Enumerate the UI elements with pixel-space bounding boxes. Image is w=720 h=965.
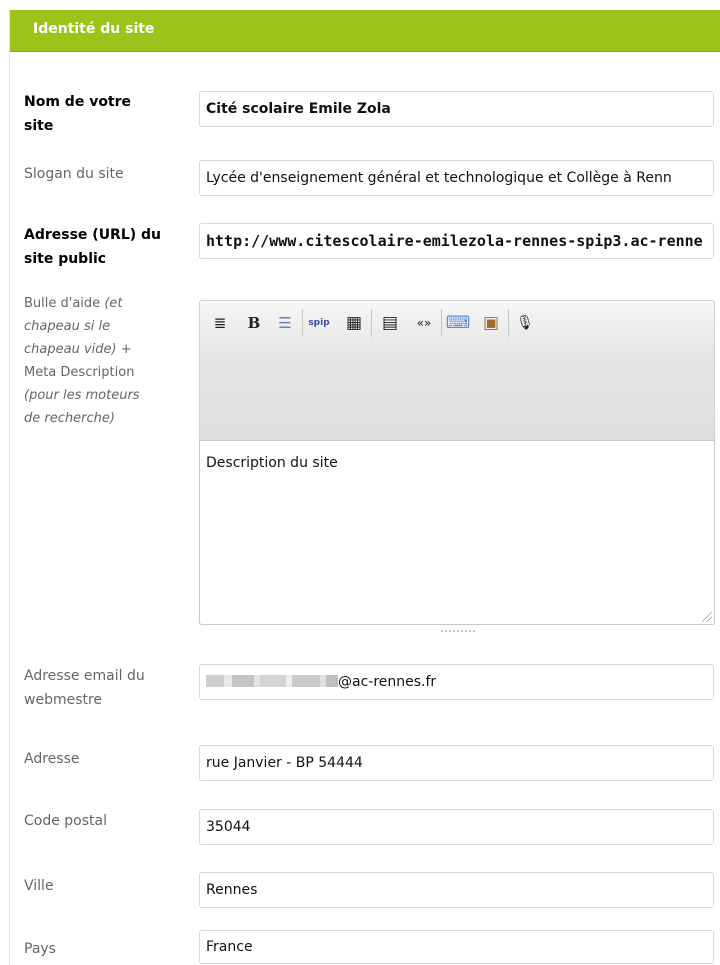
redacted-email-user xyxy=(206,675,338,687)
city-label: Ville xyxy=(24,878,54,894)
resize-handle-icon[interactable] xyxy=(702,612,712,622)
url-label: Adresse (URL) du site public xyxy=(24,227,162,267)
url-input[interactable]: http://www.citescolaire-emilezola-rennes… xyxy=(199,223,714,259)
email-input[interactable]: @ac-rennes.fr xyxy=(199,664,714,700)
section-header: Identité du site xyxy=(10,10,720,52)
slogan-label: Slogan du site xyxy=(24,166,124,182)
textarea-grippie[interactable] xyxy=(440,629,476,633)
address-label: Adresse xyxy=(24,751,80,767)
quote-icon[interactable]: «» xyxy=(412,310,436,336)
editor-toolbar: ≣ B ☰ spip ▦ ▤ «» ⌨ ▣ 🎙 xyxy=(199,300,715,440)
toolbar-separator xyxy=(508,309,509,337)
spip-link-icon[interactable]: spip xyxy=(307,310,331,336)
site-name-label: Nom de votre site xyxy=(24,94,132,134)
site-name-input[interactable]: Cité scolaire Emile Zola xyxy=(199,91,714,127)
site-identity-panel: Identité du site Nom de votre site Cité … xyxy=(9,10,720,965)
bullet-list-icon[interactable]: ☰ xyxy=(273,310,297,336)
section-title: Identité du site xyxy=(33,21,155,37)
keyboard-icon[interactable]: ⌨ xyxy=(446,310,471,336)
preview-icon[interactable]: ▣ xyxy=(479,310,503,336)
toolbar-separator xyxy=(441,309,442,337)
postal-code-input[interactable]: 35044 xyxy=(199,809,714,845)
bold-icon[interactable]: B xyxy=(242,310,266,336)
email-label: Adresse email du webmestre xyxy=(24,668,145,708)
frame-icon[interactable]: ▤ xyxy=(378,310,402,336)
postal-code-label: Code postal xyxy=(24,813,107,829)
country-label: Pays xyxy=(24,941,56,957)
description-label: Bulle d'aide (et chapeau si le chapeau v… xyxy=(24,296,140,426)
city-input[interactable]: Rennes xyxy=(199,872,714,908)
align-center-icon[interactable]: ≣ xyxy=(208,310,232,336)
table-icon[interactable]: ▦ xyxy=(342,310,366,336)
country-input[interactable]: France xyxy=(199,930,714,964)
address-input[interactable]: rue Janvier - BP 54444 xyxy=(199,745,714,781)
slogan-input[interactable]: Lycée d'enseignement général et technolo… xyxy=(199,160,714,196)
toolbar-separator xyxy=(371,309,372,337)
microphone-icon[interactable]: 🎙 xyxy=(513,310,537,336)
toolbar-separator xyxy=(302,309,303,337)
description-textarea[interactable]: Description du site xyxy=(199,440,715,625)
